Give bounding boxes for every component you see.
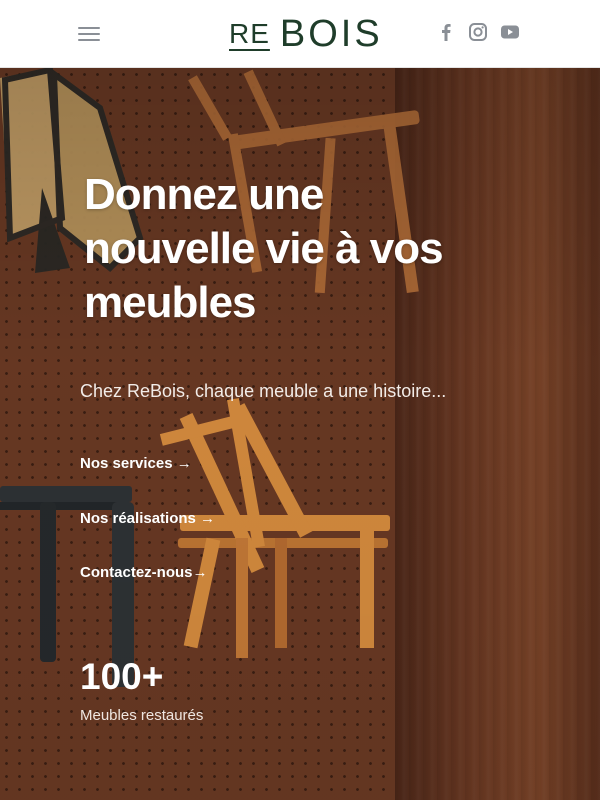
stat-label: Meubles restaurés	[80, 707, 204, 724]
hero-subtitle: Chez ReBois, chaque meuble a une histoir…	[80, 381, 447, 401]
hero-title-line-1: Donnez une	[84, 170, 324, 219]
hero-title-line-3: meubles	[84, 278, 257, 327]
hero-title: Donnez une nouvelle vie à vos meubles	[84, 168, 484, 330]
youtube-icon[interactable]	[500, 22, 520, 42]
logo-re-text: RE	[229, 18, 270, 49]
services-link[interactable]: Nos services →	[80, 455, 192, 472]
hamburger-menu-icon[interactable]	[78, 24, 100, 44]
logo-bois-text: BOIS	[279, 12, 383, 55]
contact-link[interactable]: Contactez-nous→	[80, 564, 208, 581]
realisations-link[interactable]: Nos réalisations →	[80, 510, 215, 527]
hero-title-line-2: nouvelle vie à vos	[84, 224, 444, 273]
rebois-logo[interactable]: RE BOIS	[229, 13, 383, 55]
social-links	[436, 22, 520, 42]
facebook-icon[interactable]	[436, 22, 456, 42]
hero-section: Donnez une nouvelle vie à vos meubles Ch…	[0, 68, 600, 800]
site-header: RE BOIS	[0, 0, 600, 68]
instagram-icon[interactable]	[468, 22, 488, 42]
stat-value: 100+	[80, 656, 164, 697]
